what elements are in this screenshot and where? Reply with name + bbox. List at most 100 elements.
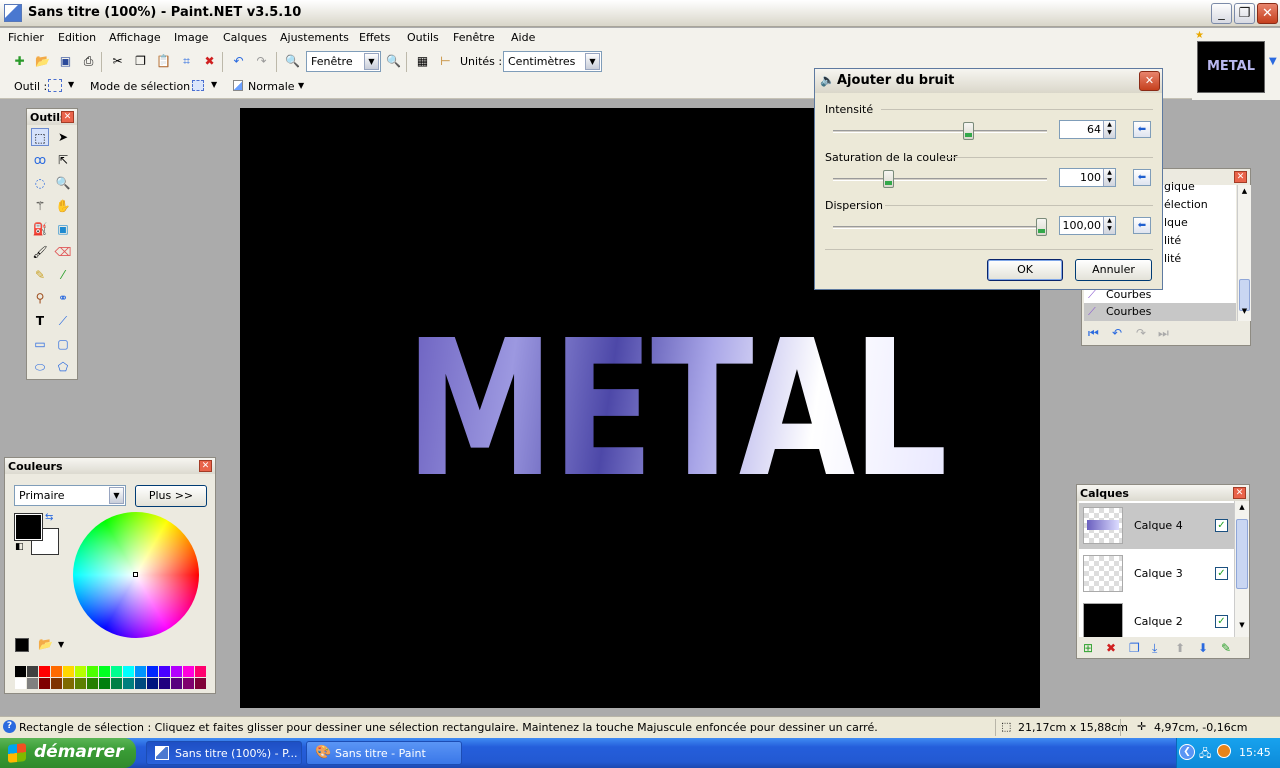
history-item-selected[interactable]: ⟋ Courbes (1084, 303, 1236, 321)
lasso-tool-icon[interactable]: ꝏ (31, 151, 49, 169)
chevron-down-icon[interactable]: ▼ (1238, 307, 1251, 321)
chevron-down-icon[interactable]: ▼ (211, 80, 217, 89)
reset-dispersion-button[interactable]: ⬅ (1133, 217, 1151, 234)
gradient-tool-icon[interactable]: ▣ (54, 220, 72, 238)
eraser-tool-icon[interactable]: ⌫ (54, 243, 72, 261)
menu-edition[interactable]: Edition (58, 31, 96, 44)
dispersion-slider-track[interactable] (833, 226, 1047, 229)
add-layer-icon[interactable]: ⊞ (1083, 641, 1093, 655)
close-icon[interactable]: ✕ (61, 111, 74, 123)
add-to-palette-icon[interactable] (15, 638, 29, 652)
paintbrush-tool-icon[interactable]: 🖌 (31, 243, 49, 261)
history-item[interactable]: lité (1164, 252, 1181, 265)
more-colors-button[interactable]: Plus >> (135, 485, 207, 507)
saturation-slider-thumb[interactable] (883, 170, 894, 188)
intensity-slider-track[interactable] (833, 130, 1047, 133)
color-palette[interactable] (15, 666, 207, 689)
rectangle-select-tool-icon[interactable]: ⬚ (31, 128, 49, 146)
saturation-spinbox[interactable]: 100 ▲ ▼ (1059, 168, 1116, 187)
network-icon[interactable]: 🖧 (1199, 745, 1211, 764)
zoom-in-icon[interactable]: 🔍 (385, 53, 402, 70)
move-layer-down-icon[interactable]: ⬇ (1198, 641, 1208, 655)
units-combo[interactable]: Centimètres ▼ (503, 51, 602, 72)
chevron-left-icon[interactable]: ❮ (1179, 744, 1195, 760)
palette-menu-icon[interactable]: 📂 (38, 637, 53, 651)
image-thumbnail[interactable]: METAL (1197, 41, 1265, 93)
rectangle-tool-icon[interactable]: ▭ (31, 335, 49, 353)
layer-row[interactable]: Calque 2 ✓ (1079, 599, 1234, 637)
chevron-down-icon[interactable]: ▼ (68, 80, 74, 89)
close-icon[interactable]: ✕ (199, 460, 212, 472)
clone-stamp-tool-icon[interactable]: ⚲ (31, 289, 49, 307)
swap-colors-icon[interactable]: ⇆ (45, 512, 53, 523)
paint-bucket-tool-icon[interactable]: ⛽ (31, 220, 49, 238)
history-item[interactable]: élection (1164, 198, 1208, 211)
chevron-down-icon[interactable]: ▼ (1235, 621, 1249, 635)
minimize-button[interactable]: _ (1211, 3, 1232, 24)
chevron-down-icon[interactable]: ▼ (298, 81, 304, 90)
color-mode-combo[interactable]: Primaire ▼ (14, 485, 126, 506)
chevron-down-icon[interactable]: ▼ (58, 640, 64, 649)
text-tool-icon[interactable]: T (31, 312, 49, 330)
zoom-tool-icon[interactable]: 🔍 (54, 174, 72, 192)
magic-wand-tool-icon[interactable]: ⚚ (31, 197, 49, 215)
menu-effets[interactable]: Effets (359, 31, 390, 44)
move-selected-tool-icon[interactable]: ➤ (54, 128, 72, 146)
rewind-icon[interactable]: ⏮ (1088, 326, 1099, 341)
spin-arrows-icon[interactable]: ▲ ▼ (1103, 121, 1115, 138)
undo-icon[interactable]: ↶ (230, 53, 247, 70)
new-icon[interactable]: ✚ (11, 53, 28, 70)
saturation-slider-track[interactable] (833, 178, 1047, 181)
reset-intensity-button[interactable]: ⬅ (1133, 121, 1151, 138)
layer-visibility-checkbox[interactable]: ✓ (1215, 567, 1228, 580)
dialog-close-button[interactable]: ✕ (1139, 71, 1160, 91)
selection-mode-icon[interactable] (192, 80, 204, 91)
zoom-combo[interactable]: Fenêtre ▼ (306, 51, 381, 72)
close-button[interactable]: ✕ (1257, 3, 1278, 24)
move-selection-tool-icon[interactable]: ⇱ (54, 151, 72, 169)
merge-layer-down-icon[interactable]: ⤓ (1152, 641, 1157, 656)
fast-forward-icon[interactable]: ⏭ (1158, 326, 1169, 341)
history-item[interactable]: lque (1164, 216, 1188, 229)
ok-button[interactable]: OK (987, 259, 1063, 281)
rounded-rectangle-tool-icon[interactable]: ▢ (54, 335, 72, 353)
duplicate-layer-icon[interactable]: ❐ (1129, 641, 1140, 655)
layer-visibility-checkbox[interactable]: ✓ (1215, 615, 1228, 628)
copy-icon[interactable]: ❐ (132, 53, 149, 70)
chevron-down-icon[interactable]: ▼ (585, 53, 600, 70)
chevron-down-icon[interactable]: ▼ (364, 53, 379, 70)
zoom-out-icon[interactable]: 🔍 (284, 53, 301, 70)
grid-icon[interactable]: ▦ (414, 53, 431, 70)
line-curve-tool-icon[interactable]: ⟋ (54, 312, 72, 330)
color-picker-tool-icon[interactable]: ⁄ (54, 266, 72, 284)
pan-tool-icon[interactable]: ✋ (54, 197, 72, 215)
menu-calques[interactable]: Calques (223, 31, 267, 44)
ellipse-tool-icon[interactable]: ⬭ (31, 358, 49, 376)
rulers-icon[interactable]: ⊢ (437, 53, 454, 70)
close-icon[interactable]: ✕ (1233, 487, 1246, 499)
open-icon[interactable]: 📂 (34, 53, 51, 70)
chevron-down-icon[interactable]: ▼ (109, 487, 124, 504)
menu-fichier[interactable]: Fichier (8, 31, 44, 44)
menu-fenetre[interactable]: Fenêtre (453, 31, 495, 44)
spin-arrows-icon[interactable]: ▲ ▼ (1103, 217, 1115, 234)
maximize-button[interactable]: ❐ (1234, 3, 1255, 24)
color-wheel[interactable] (73, 512, 199, 638)
intensity-spinbox[interactable]: 64 ▲ ▼ (1059, 120, 1116, 139)
move-layer-up-icon[interactable]: ⬆ (1175, 641, 1185, 655)
deselect-icon[interactable]: ✖ (201, 53, 218, 70)
layers-scroll-thumb[interactable] (1236, 519, 1248, 589)
chevron-down-icon[interactable]: ▼ (1269, 56, 1277, 67)
history-scrollbar[interactable]: ▲ ▼ (1237, 185, 1251, 321)
start-button[interactable]: démarrer (0, 738, 136, 768)
reset-saturation-button[interactable]: ⬅ (1133, 169, 1151, 186)
ellipse-select-tool-icon[interactable]: ◌ (31, 174, 49, 192)
cancel-button[interactable]: Annuler (1075, 259, 1152, 281)
menu-image[interactable]: Image (174, 31, 208, 44)
delete-layer-icon[interactable]: ✖ (1106, 641, 1116, 655)
redo-icon[interactable]: ↷ (1136, 326, 1146, 340)
security-icon[interactable] (1217, 744, 1231, 758)
layer-row-selected[interactable]: Calque 4 ✓ (1079, 503, 1234, 549)
redo-icon[interactable]: ↷ (253, 53, 270, 70)
layer-row[interactable]: Calque 3 ✓ (1079, 551, 1234, 597)
